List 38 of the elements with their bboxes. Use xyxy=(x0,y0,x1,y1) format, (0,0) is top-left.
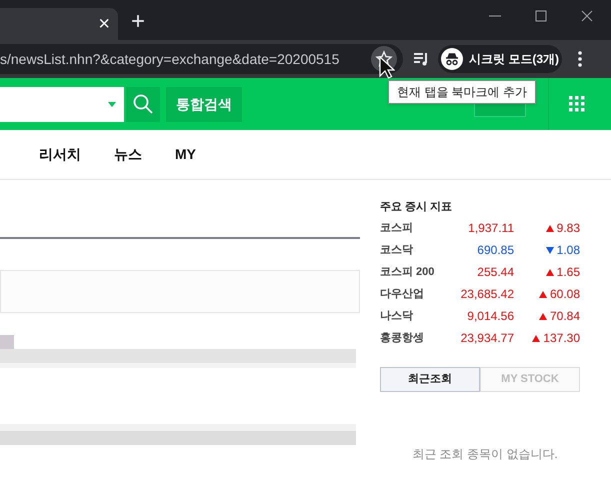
section-title: 주요 증시 지표 xyxy=(380,200,454,215)
index-name[interactable]: 홍콩항셍 xyxy=(380,330,440,346)
search-icon xyxy=(133,94,153,114)
index-change: 137.30 xyxy=(543,330,580,347)
index-value: 255.44 xyxy=(476,264,514,281)
index-value: 1,937.11 xyxy=(467,220,514,237)
index-value: 690.85 xyxy=(476,242,514,259)
incognito-chip[interactable]: 시크릿 모드(3개) xyxy=(438,45,562,73)
caret-icon xyxy=(108,102,116,106)
index-value: 23,685.42 xyxy=(460,286,514,303)
browser-tab[interactable]: × xyxy=(0,8,118,40)
index-change: 9.83 xyxy=(556,220,580,237)
search-field[interactable] xyxy=(0,86,124,122)
nav-link[interactable]: 뉴스 xyxy=(114,144,142,165)
tab[interactable]: 최근조회 xyxy=(380,367,480,392)
index-name[interactable]: 코스피 200 xyxy=(380,264,440,280)
nav-link[interactable]: MY xyxy=(175,144,196,165)
incognito-icon xyxy=(441,48,463,70)
search-button[interactable] xyxy=(126,86,160,122)
index-name[interactable]: 코스닥 xyxy=(380,242,440,258)
index-name[interactable]: 나스닥 xyxy=(380,308,440,324)
index-value: 9,014.56 xyxy=(466,308,514,325)
address-bar[interactable]: s/newsList.nhn?&category=exchange&date=20200515 xyxy=(0,44,403,74)
menu-icon[interactable] xyxy=(578,51,582,67)
index-change: 70.84 xyxy=(550,308,580,325)
nav-link[interactable]: 리서치 xyxy=(39,144,81,165)
index-change: 1.65 xyxy=(556,264,580,281)
index-name[interactable]: 다우산업 xyxy=(380,286,440,302)
close-icon[interactable]: × xyxy=(98,14,110,34)
tooltip: 현재 탭을 북마크에 추가 xyxy=(388,80,536,104)
index-change: 1.08 xyxy=(556,242,580,259)
empty-message: 최근 조회 종목이 없습니다. xyxy=(411,446,559,463)
new-tab-button[interactable]: + xyxy=(131,10,146,34)
cursor-icon xyxy=(379,56,395,80)
media-icon[interactable] xyxy=(413,51,429,67)
index-name[interactable]: 코스피 xyxy=(380,220,440,236)
index-value: 23,934.77 xyxy=(460,330,514,347)
index-change: 60.08 xyxy=(550,286,580,303)
